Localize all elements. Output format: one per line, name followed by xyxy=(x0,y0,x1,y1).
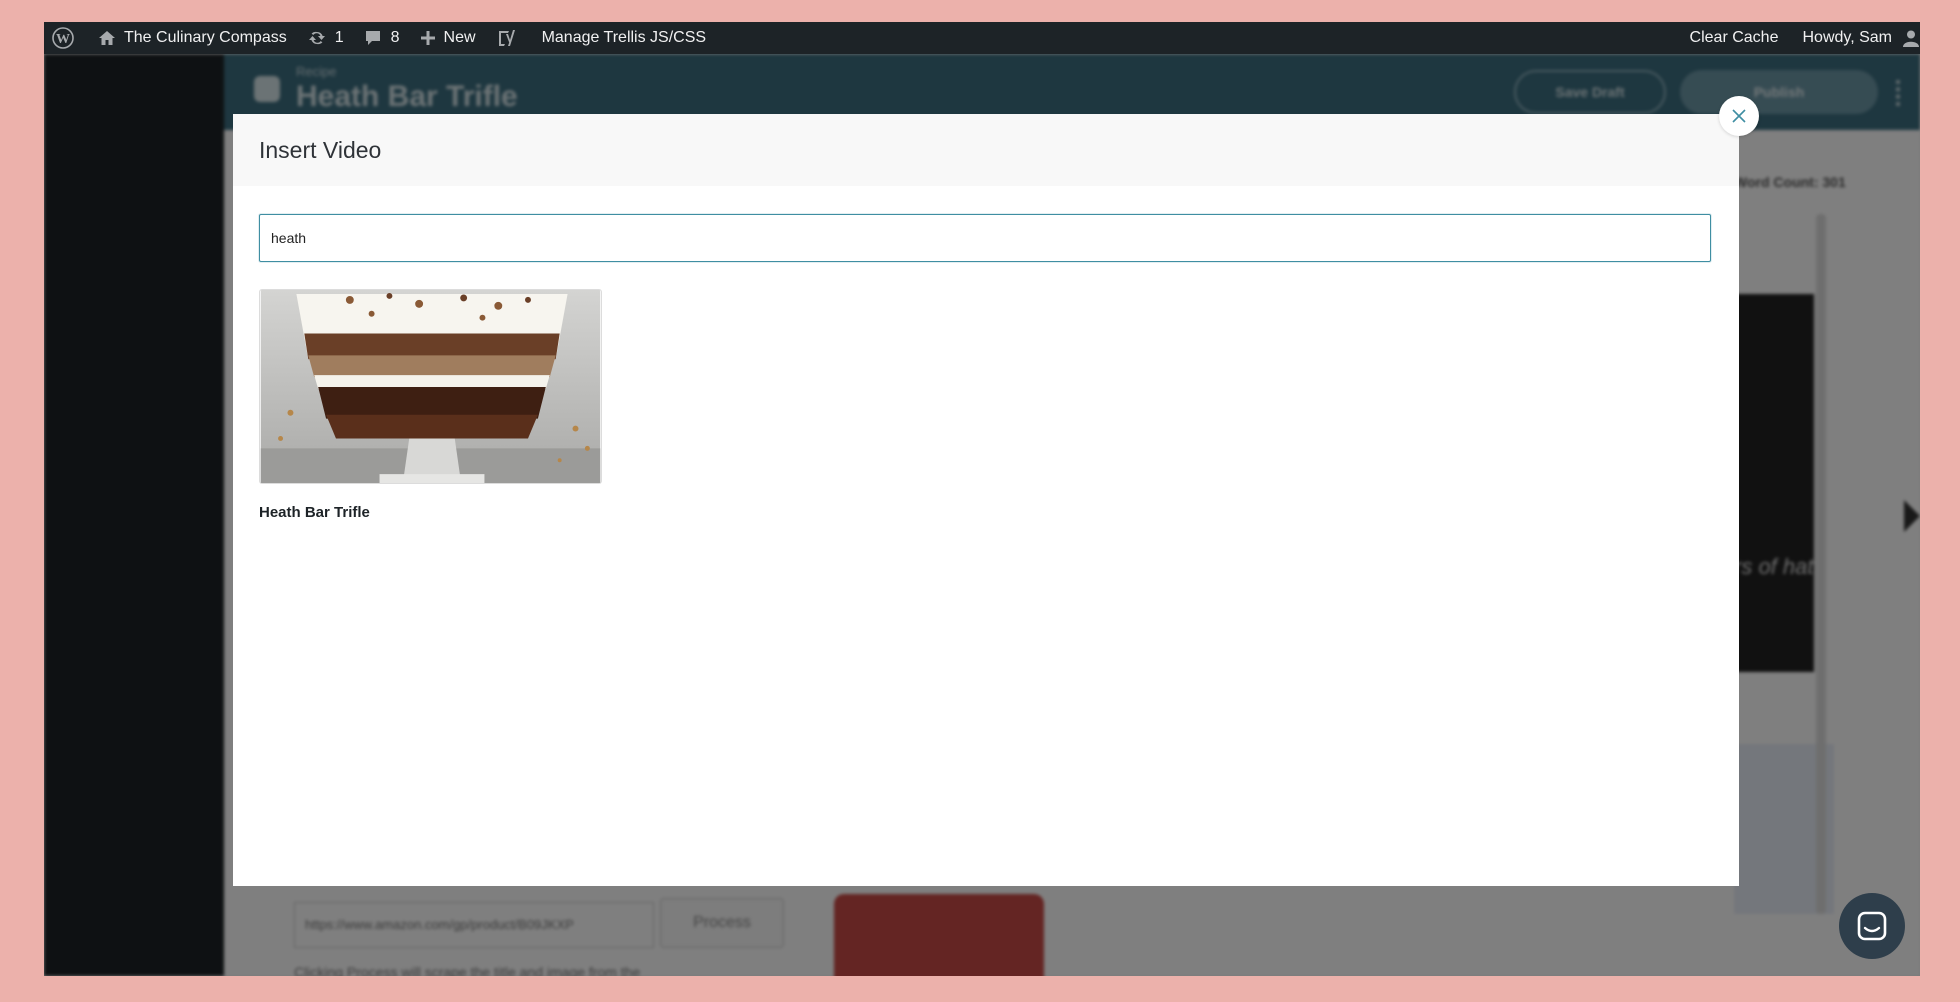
updates-count: 1 xyxy=(334,29,344,46)
video-result-card[interactable]: Heath Bar Trifle xyxy=(259,289,602,521)
modal-body: Heath Bar Trifle xyxy=(233,186,1739,521)
manage-trellis-link[interactable]: Manage Trellis JS/CSS xyxy=(526,22,717,54)
video-search-input[interactable] xyxy=(259,214,1711,262)
comment-icon xyxy=(365,31,380,45)
wordpress-icon: W xyxy=(52,27,74,49)
comments-count: 8 xyxy=(390,29,400,46)
wordpress-menu[interactable]: W xyxy=(44,22,84,54)
modal-header: Insert Video xyxy=(233,114,1739,186)
chat-icon xyxy=(1857,911,1887,941)
site-name-link[interactable]: The Culinary Compass xyxy=(84,22,297,54)
howdy-label: Howdy, Sam xyxy=(1802,29,1892,46)
manage-trellis-label: Manage Trellis JS/CSS xyxy=(541,29,707,46)
new-label: New xyxy=(443,29,476,46)
admin-bar: W The Culinary Compass 1 8 New Manage Tr… xyxy=(44,22,1920,54)
insert-video-modal: Insert Video heath Heath Bar Trifle xyxy=(233,114,1739,886)
browser-viewport: W The Culinary Compass 1 8 New Manage Tr… xyxy=(44,22,1920,976)
clear-cache-label: Clear Cache xyxy=(1689,29,1779,46)
refresh-icon xyxy=(308,31,325,45)
close-icon xyxy=(1732,109,1746,123)
modal-title: Insert Video xyxy=(259,136,382,163)
user-icon xyxy=(1903,30,1919,47)
comments-link[interactable]: 8 xyxy=(354,22,410,54)
modal-close-button[interactable] xyxy=(1719,96,1759,136)
site-name: The Culinary Compass xyxy=(124,29,287,46)
new-content-link[interactable]: New xyxy=(410,22,486,54)
video-title[interactable]: Heath Bar Trifle xyxy=(259,504,602,521)
clear-cache-link[interactable]: Clear Cache xyxy=(1680,22,1793,54)
updates-link[interactable]: 1 xyxy=(297,22,354,54)
home-icon xyxy=(99,31,115,45)
video-results: Heath Bar Trifle xyxy=(259,289,1713,521)
yoast-menu[interactable] xyxy=(486,22,526,54)
yoast-icon xyxy=(498,30,515,46)
chat-launcher-button[interactable] xyxy=(1839,893,1905,959)
svg-text:W: W xyxy=(56,32,70,47)
account-menu[interactable]: Howdy, Sam xyxy=(1792,22,1920,54)
video-thumbnail[interactable] xyxy=(259,289,602,484)
plus-icon xyxy=(420,31,435,45)
